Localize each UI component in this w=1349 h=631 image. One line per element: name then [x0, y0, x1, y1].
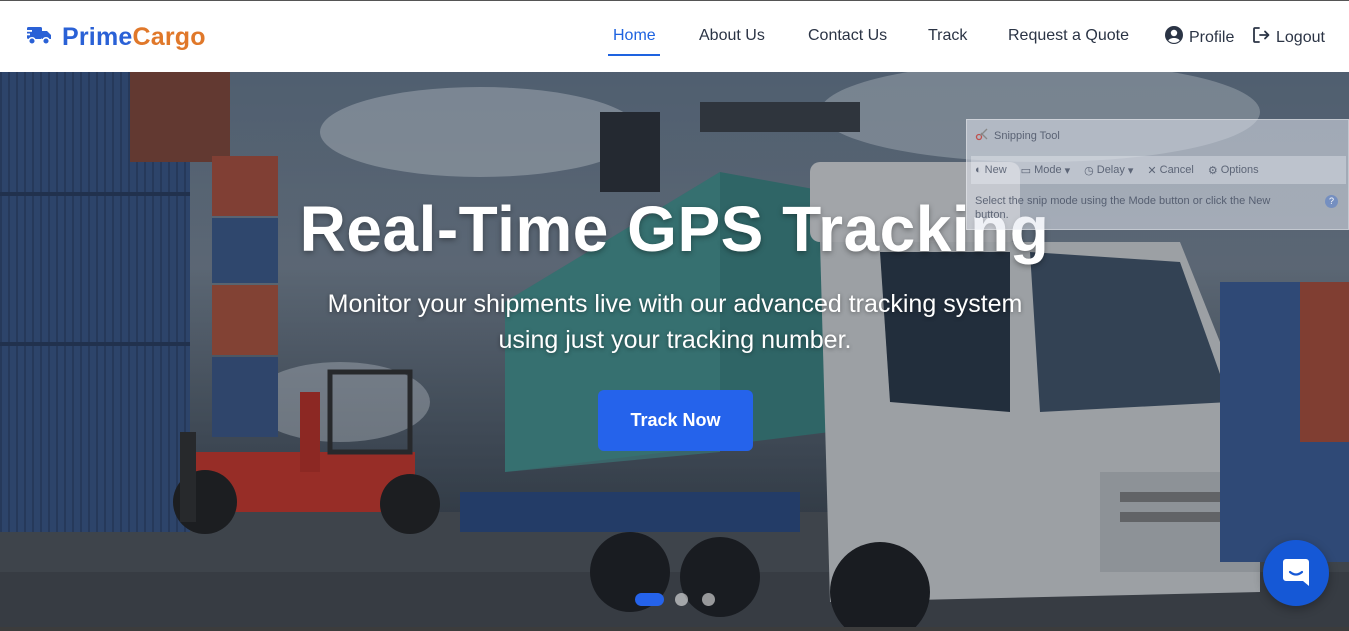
- snip-cancel-label: Cancel: [1159, 164, 1194, 176]
- snipping-tool-toolbar: ◐ New ▭ Mode ▾ ◷ Delay ▾ ✕ Cancel ⚙ Opti…: [971, 156, 1346, 184]
- clock-icon: ◷: [1084, 164, 1094, 177]
- snip-mode-label: Mode: [1034, 164, 1062, 176]
- snipping-tool-window: Snipping Tool ◐ New ▭ Mode ▾ ◷ Delay ▾ ✕…: [966, 119, 1349, 230]
- snip-new-button[interactable]: ◐ New: [975, 164, 1007, 176]
- chevron-down-icon: ▾: [1064, 164, 1071, 177]
- snip-options-button[interactable]: ⚙ Options: [1208, 164, 1259, 177]
- snipping-tool-titlebar: Snipping Tool: [975, 127, 1060, 144]
- nav-logout[interactable]: Logout: [1252, 26, 1325, 49]
- carousel-dot-3[interactable]: [702, 593, 715, 606]
- snipping-tool-help-text: Select the snip mode using the Mode butt…: [975, 195, 1271, 221]
- snip-mode-button[interactable]: ▭ Mode ▾: [1021, 164, 1070, 177]
- chat-widget-button[interactable]: [1263, 540, 1329, 606]
- close-icon: ✕: [1147, 164, 1157, 177]
- hero-subtitle-line2: using just your tracking number.: [498, 326, 852, 354]
- scissors-icon: [975, 127, 989, 144]
- nav-about-us[interactable]: About Us: [699, 27, 765, 45]
- snip-delay-button[interactable]: ◷ Delay ▾: [1084, 164, 1133, 177]
- track-now-button[interactable]: Track Now: [598, 390, 753, 451]
- nav-request-quote[interactable]: Request a Quote: [1008, 27, 1129, 45]
- nav-active-indicator: [608, 54, 660, 56]
- user-circle-icon: [1165, 26, 1183, 49]
- nav-home[interactable]: Home: [613, 27, 656, 45]
- nav-contact-us[interactable]: Contact Us: [808, 27, 887, 45]
- carousel-dot-2[interactable]: [675, 593, 688, 606]
- main-nav: Home About Us Contact Us Track Request a…: [0, 1, 1349, 72]
- nav-track[interactable]: Track: [928, 27, 967, 45]
- page-bottom-edge: [0, 627, 1349, 631]
- site-header: PrimeCargo Home About Us Contact Us Trac…: [0, 1, 1349, 72]
- logout-icon: [1252, 26, 1270, 49]
- carousel-indicators: [0, 593, 1349, 609]
- mode-icon: ▭: [1020, 164, 1032, 177]
- hero-carousel: Real-Time GPS Tracking Monitor your ship…: [0, 72, 1349, 627]
- hero-subtitle-line1: Monitor your shipments live with our adv…: [327, 290, 1023, 318]
- snip-cancel-button[interactable]: ✕ Cancel: [1147, 164, 1193, 177]
- nav-profile[interactable]: Profile: [1165, 26, 1234, 49]
- new-snip-icon: ◐: [975, 164, 982, 176]
- help-icon[interactable]: ?: [1325, 195, 1338, 208]
- snip-new-label: New: [984, 164, 1007, 176]
- profile-label: Profile: [1189, 28, 1235, 46]
- hero-subtitle: Monitor your shipments live with our adv…: [300, 286, 1050, 358]
- chat-bubble-icon: [1280, 555, 1312, 592]
- gear-icon: ⚙: [1207, 164, 1218, 177]
- snipping-tool-title: Snipping Tool: [994, 129, 1060, 142]
- chevron-down-icon: ▾: [1127, 164, 1134, 177]
- snip-delay-label: Delay: [1096, 164, 1125, 176]
- logout-label: Logout: [1276, 28, 1325, 46]
- carousel-dot-1[interactable]: [635, 593, 664, 606]
- snip-options-label: Options: [1220, 164, 1259, 176]
